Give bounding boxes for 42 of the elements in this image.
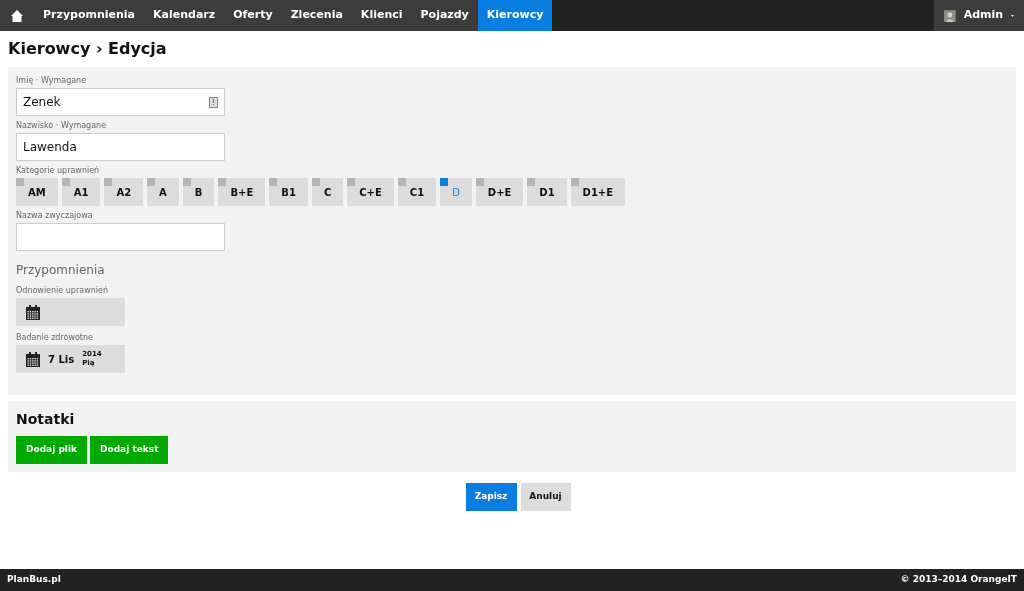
cancel-button[interactable]: Anuluj [520, 483, 571, 511]
contact-card-icon [209, 96, 218, 108]
page-title: Kierowcy › Edycja [8, 38, 168, 60]
section-heading: Przypomnienia [16, 262, 106, 279]
field-label: Kategorie uprawnień [16, 165, 101, 177]
category-toggle[interactable]: D1+E [570, 178, 626, 206]
category-toggle[interactable]: B+E [218, 178, 266, 206]
calendar-icon [26, 351, 40, 367]
section-heading: Notatki [16, 410, 76, 429]
category-toggle[interactable]: A [147, 178, 179, 206]
nav-tab[interactable]: Oferty [224, 0, 282, 31]
field-label: Nazwisko · Wymagane [16, 120, 108, 132]
category-toggle[interactable]: AM [16, 178, 58, 206]
category-toggle[interactable]: A1 [61, 178, 101, 206]
nav-tab[interactable]: Przypomnienia [34, 0, 145, 31]
field-label: Imię · Wymagane [16, 75, 88, 87]
category-toggle[interactable]: D+E [475, 178, 524, 206]
category-toggle[interactable]: B1 [269, 178, 308, 206]
nav-tab[interactable]: Klienci [351, 0, 412, 31]
field-label: Odnowienie uprawnień [16, 285, 109, 297]
copyright-text: © 2013–2014 OrangeIT [900, 573, 1017, 587]
nav-tab[interactable]: Kalendarz [144, 0, 225, 31]
category-toggle[interactable]: C+E [347, 178, 394, 206]
text-field[interactable] [16, 223, 225, 251]
nav-tab[interactable]: Kierowcy [477, 0, 553, 31]
field-label: Badanie zdrowotne [16, 332, 94, 344]
text-field[interactable]: Lawenda [16, 133, 225, 161]
nav-tab[interactable]: Pojazdy [411, 0, 478, 31]
category-toggle[interactable]: C1 [397, 178, 437, 206]
home-icon [11, 9, 23, 22]
footer-brand: PlanBus.pl [7, 573, 61, 587]
date-picker[interactable] [16, 298, 125, 326]
user-menu[interactable]: Admin [934, 0, 1024, 31]
category-toggle[interactable]: C [311, 178, 344, 206]
field-label: Nazwa zwyczajowa [16, 210, 94, 222]
category-toggle[interactable]: A2 [104, 178, 144, 206]
save-button[interactable]: Zapisz [465, 483, 517, 511]
calendar-icon [26, 304, 40, 320]
category-toggle[interactable]: B [182, 178, 215, 206]
nav-tab[interactable]: Zlecenia [281, 0, 352, 31]
category-toggle[interactable]: D1 [527, 178, 567, 206]
text-field[interactable]: Zenek [16, 88, 225, 116]
